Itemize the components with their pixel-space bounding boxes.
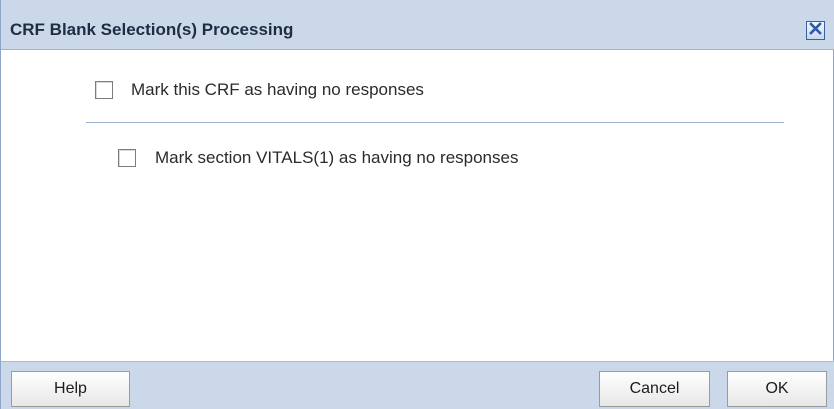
- dialog-footer: Help Cancel OK: [1, 361, 834, 409]
- crf-no-responses-option: Mark this CRF as having no responses: [95, 80, 424, 100]
- help-button[interactable]: Help: [11, 371, 130, 407]
- section-vitals-no-responses-label: Mark section VITALS(1) as having no resp…: [155, 148, 519, 167]
- section-divider: [86, 122, 784, 123]
- ok-button[interactable]: OK: [727, 371, 827, 407]
- section-no-responses-option: Mark section VITALS(1) as having no resp…: [118, 148, 518, 168]
- close-x-icon: [809, 21, 822, 40]
- dialog-titlebar: CRF Blank Selection(s) Processing: [1, 0, 834, 50]
- cancel-button[interactable]: Cancel: [599, 371, 710, 407]
- crf-no-responses-label: Mark this CRF as having no responses: [131, 80, 424, 99]
- close-button[interactable]: [806, 21, 825, 40]
- crf-no-responses-checkbox[interactable]: [95, 81, 113, 99]
- dialog-title: CRF Blank Selection(s) Processing: [10, 20, 294, 39]
- section-vitals-no-responses-checkbox[interactable]: [118, 149, 136, 167]
- crf-blank-selection-dialog: CRF Blank Selection(s) Processing Mark t…: [0, 0, 834, 409]
